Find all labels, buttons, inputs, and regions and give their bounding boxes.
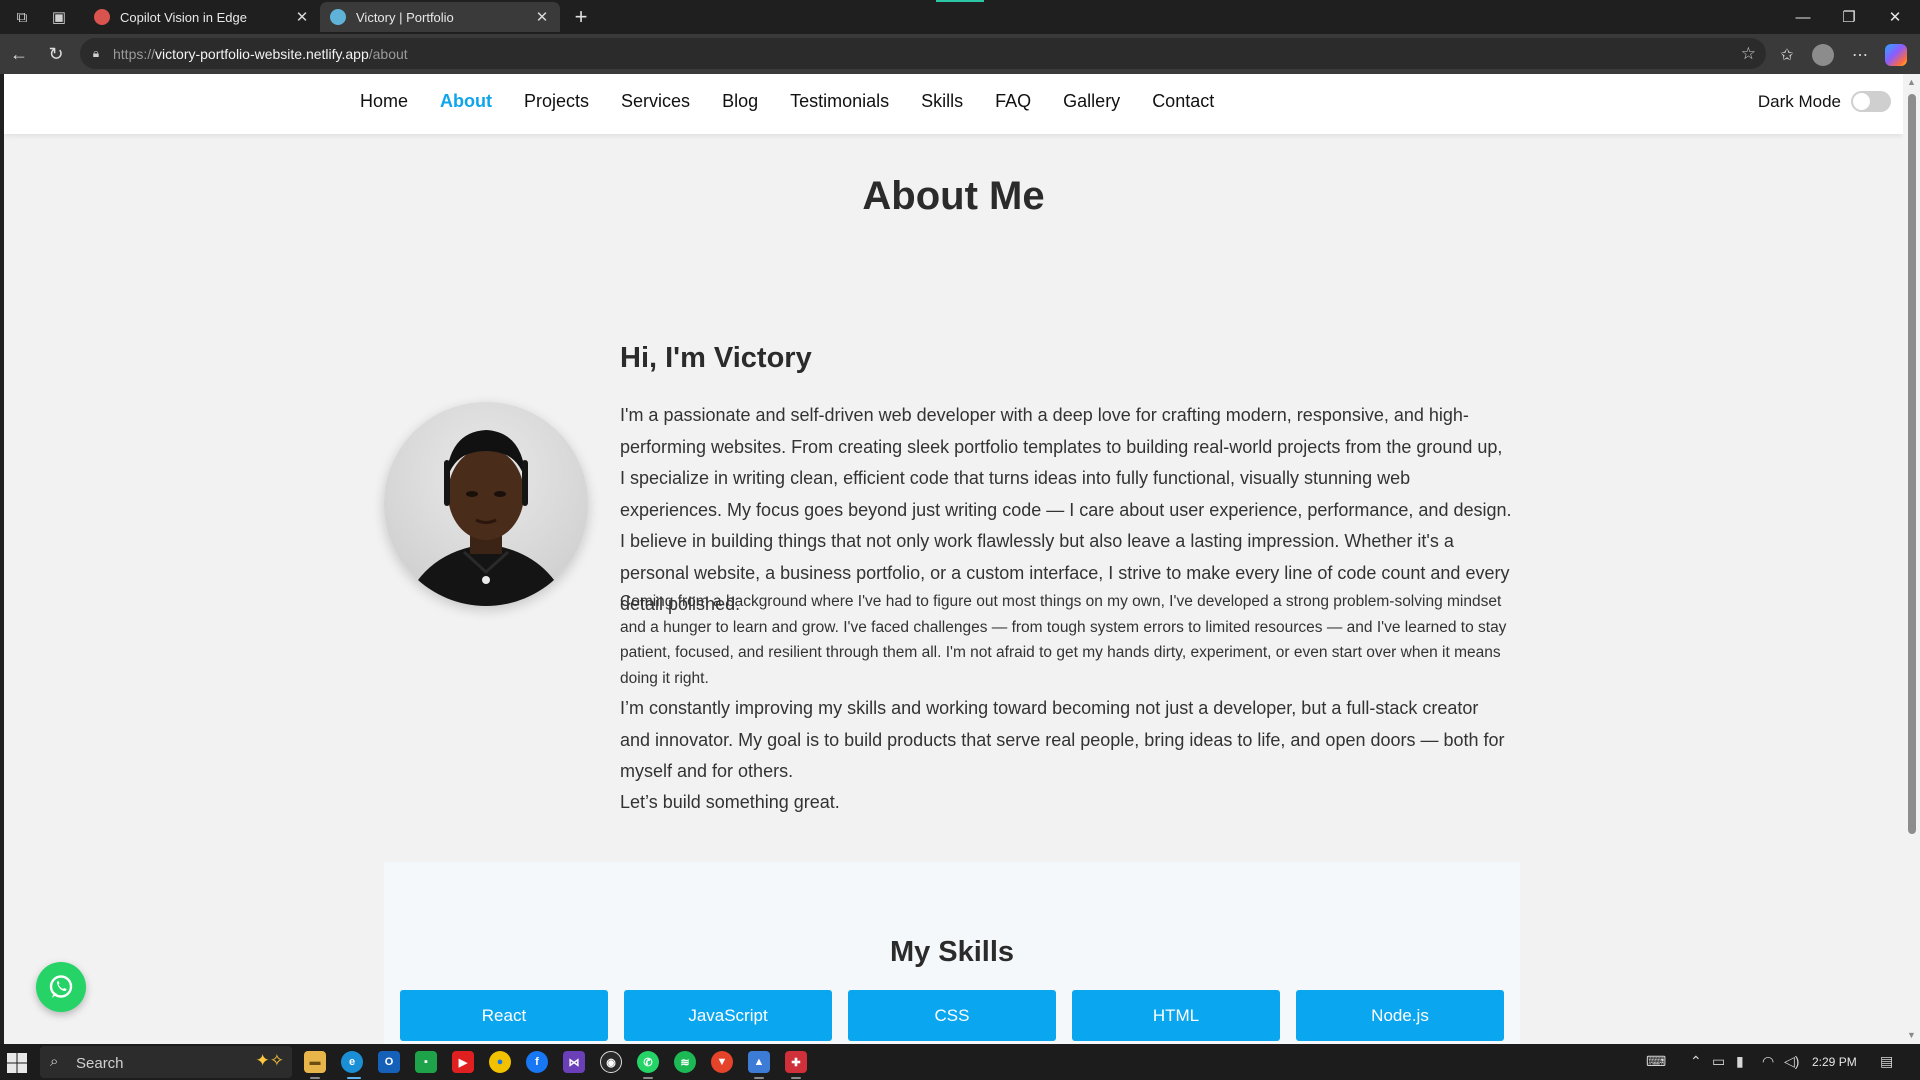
windows-taskbar: ⌕ Search ✦✧ ▬ e O ▪ ▶ ● f ⋈ ◉ ✆ ≋ ▼ ▲ ✚ … [0,1044,1920,1080]
github-icon[interactable]: ◉ [600,1051,622,1073]
facebook-icon[interactable]: f [526,1051,548,1073]
brave-icon[interactable]: ▼ [711,1051,733,1073]
spotify-icon[interactable]: ≋ [674,1051,696,1073]
restore-button[interactable]: ❐ [1826,0,1872,34]
nav-link-faq[interactable]: FAQ [995,91,1031,112]
nav-link-gallery[interactable]: Gallery [1063,91,1120,112]
nav-link-testimonials[interactable]: Testimonials [790,91,889,112]
page-title: About Me [862,174,1045,218]
whatsapp-button[interactable] [36,962,86,1012]
about-paragraph-3: I’m constantly improving my skills and w… [620,698,1505,781]
skills-section: My Skills React JavaScript CSS HTML Node… [384,862,1520,1044]
new-tab-button[interactable]: + [568,4,594,30]
nav-links: Home About Projects Services Blog Testim… [360,91,1246,112]
running-indicator [310,1077,320,1079]
back-arrow-icon[interactable]: ← [7,42,31,66]
nav-link-skills[interactable]: Skills [921,91,963,112]
battery-icon[interactable]: ▮ [1736,1053,1744,1070]
device-icon[interactable]: ▭ [1712,1053,1725,1070]
copilot-indicator [936,0,984,2]
more-options-icon[interactable]: ⋯ [1847,42,1873,68]
app-icon[interactable]: ✚ [785,1051,807,1073]
dark-mode-label: Dark Mode [1757,91,1841,111]
taskbar-clock[interactable]: 2:29 PM [1812,1055,1857,1069]
skill-nodejs[interactable]: Node.js [1296,990,1504,1041]
youtube-icon[interactable]: ▶ [452,1051,474,1073]
scroll-up-arrow-icon[interactable]: ▲ [1907,78,1916,87]
close-window-button[interactable]: ✕ [1872,0,1918,34]
url-text[interactable]: https://victory-portfolio-website.netlif… [113,46,408,62]
profile-photo-illustration [404,430,568,606]
refresh-icon[interactable]: ↻ [44,42,68,66]
dark-mode-control: Dark Mode [1758,91,1891,112]
nav-link-projects[interactable]: Projects [524,91,589,112]
search-placeholder: Search [76,1055,124,1072]
wifi-icon[interactable]: ◠ [1762,1053,1774,1070]
visual-studio-icon[interactable]: ⋈ [563,1051,585,1073]
workspaces-icon[interactable]: ⧉ [10,5,34,29]
address-bar[interactable]: 🔒︎ https://victory-portfolio-website.net… [80,38,1766,69]
photos-icon[interactable]: ▲ [748,1051,770,1073]
dark-mode-toggle[interactable] [1851,91,1891,112]
copilot-favicon-icon [94,9,110,25]
whatsapp-taskbar-icon[interactable]: ✆ [637,1051,659,1073]
search-icon: ⌕ [50,1053,59,1070]
nav-link-contact[interactable]: Contact [1152,91,1214,112]
chat-app-icon[interactable]: ▪ [415,1051,437,1073]
toggle-knob [1853,93,1870,110]
skill-react[interactable]: React [400,990,608,1041]
tab-victory-portfolio[interactable]: Victory | Portfolio ✕ [320,2,560,32]
about-paragraph-1: I'm a passionate and self-driven web dev… [620,405,1512,614]
copilot-icon[interactable] [1885,44,1907,66]
nav-link-about[interactable]: About [440,91,492,112]
skill-css[interactable]: CSS [848,990,1056,1041]
tab-close-icon[interactable]: ✕ [534,8,550,26]
intro-heading: Hi, I'm Victory [620,342,812,374]
windows-start-icon[interactable] [6,1052,28,1074]
tab-close-icon[interactable]: ✕ [294,8,310,26]
profile-photo [384,402,588,606]
file-explorer-icon[interactable]: ▬ [304,1051,326,1073]
keyboard-icon[interactable]: ⌨ [1646,1053,1666,1070]
active-indicator [347,1077,361,1079]
nav-link-blog[interactable]: Blog [722,91,758,112]
browser-tab-bar: ⧉ ▣ Copilot Vision in Edge ✕ Victory | P… [0,0,1920,34]
notifications-icon[interactable]: ▤ [1880,1053,1893,1070]
show-hidden-icons-chevron-icon[interactable]: ⌃ [1690,1053,1702,1070]
skill-javascript[interactable]: JavaScript [624,990,832,1041]
running-indicator [754,1077,764,1079]
tab-title: Victory | Portfolio [356,9,454,25]
running-indicator [643,1077,653,1079]
minimize-button[interactable]: — [1780,0,1826,34]
nav-link-services[interactable]: Services [621,91,690,112]
whatsapp-icon [49,975,73,998]
about-paragraph-2: Coming from a background where I've had … [620,593,1507,687]
edge-icon[interactable]: e [341,1051,363,1073]
tab-title: Copilot Vision in Edge [120,9,247,25]
volume-icon[interactable]: ◁) [1784,1053,1799,1070]
favorite-star-icon[interactable]: ☆ [1741,44,1756,64]
scroll-down-arrow-icon[interactable]: ▼ [1907,1031,1916,1040]
taskbar-search[interactable]: ⌕ Search ✦✧ [40,1046,292,1078]
about-paragraph-4: Let’s build something great. [620,792,840,812]
vertical-tabs-icon[interactable]: ▣ [47,5,71,29]
nav-link-home[interactable]: Home [360,91,408,112]
scrollbar-thumb[interactable] [1908,94,1916,834]
favorites-icon[interactable]: ✩ [1774,42,1800,68]
react-favicon-icon [330,9,346,25]
running-indicator [791,1077,801,1079]
skills-title: My Skills [889,936,1015,968]
site-navbar: Home About Projects Services Blog Testim… [4,74,1903,134]
lock-icon[interactable]: 🔒︎ [88,45,104,61]
skill-html[interactable]: HTML [1072,990,1280,1041]
page-scrollbar[interactable]: ▲ ▼ [1903,74,1920,1044]
chrome-icon[interactable]: ● [489,1051,511,1073]
outlook-icon[interactable]: O [378,1051,400,1073]
browser-toolbar: ← ↻ 🔒︎ https://victory-portfolio-website… [0,34,1920,74]
profile-avatar-icon[interactable] [1812,44,1834,66]
copilot-sparkle-icon: ✦✧ [255,1051,285,1070]
tab-copilot-vision[interactable]: Copilot Vision in Edge ✕ [84,2,320,32]
page-viewport: Home About Projects Services Blog Testim… [4,74,1903,1044]
